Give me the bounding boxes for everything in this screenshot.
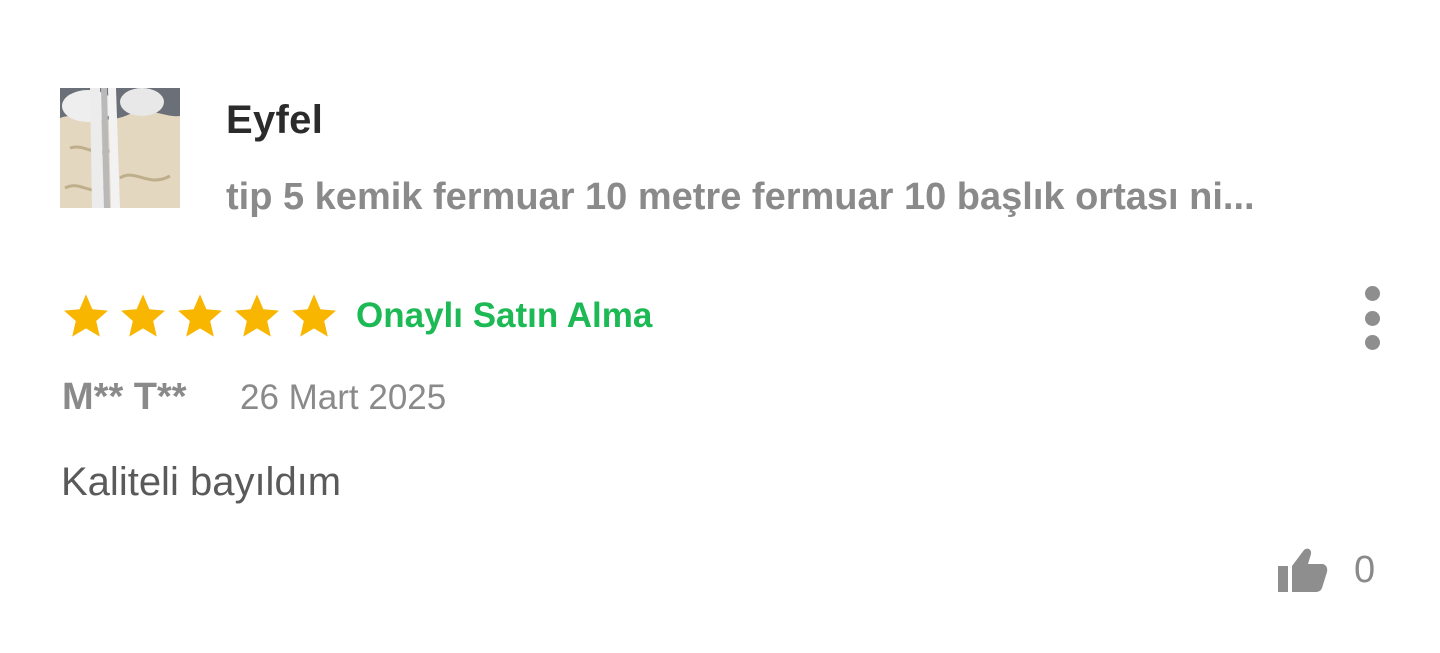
product-thumbnail[interactable] <box>60 88 180 208</box>
thumbs-up-icon <box>1278 548 1328 592</box>
more-vertical-icon <box>1364 286 1380 301</box>
more-options-button[interactable] <box>1350 282 1394 354</box>
verified-purchase-badge: Onaylı Satın Alma <box>356 296 653 335</box>
review-text: Kaliteli bayıldım <box>61 460 342 504</box>
seller-name[interactable]: Eyfel <box>226 98 323 143</box>
star-icon <box>292 294 336 337</box>
star-icon <box>121 294 165 337</box>
review-date: 26 Mart 2025 <box>240 378 447 417</box>
product-image <box>60 88 180 208</box>
product-title[interactable]: tip 5 kemik fermuar 10 metre fermuar 10 … <box>226 176 1378 219</box>
star-icon <box>178 294 222 337</box>
star-icon <box>235 294 279 337</box>
like-button[interactable]: 0 <box>1276 546 1375 594</box>
reviewer-name: M** T** <box>62 376 187 418</box>
star-icon <box>64 294 108 337</box>
star-rating <box>62 292 338 340</box>
like-count: 0 <box>1354 548 1376 591</box>
